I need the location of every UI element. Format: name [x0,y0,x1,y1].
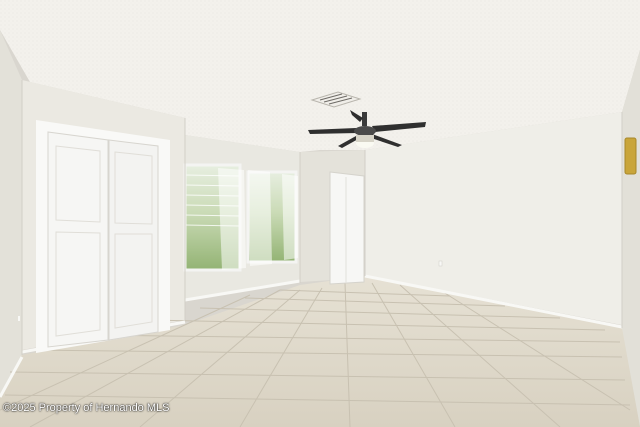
closet-doors[interactable] [47,131,159,348]
thermostat [624,137,637,175]
wall-outlet [438,260,443,267]
room-illustration [0,0,640,427]
room-photo: ©2025 Property of Hernando MLS [0,0,640,427]
interior-door[interactable] [329,171,365,285]
sheer-curtains [218,168,298,270]
left-wall [0,30,22,395]
wall-outlet-left [18,316,20,321]
copyright-watermark: ©2025 Property of Hernando MLS [3,402,170,414]
